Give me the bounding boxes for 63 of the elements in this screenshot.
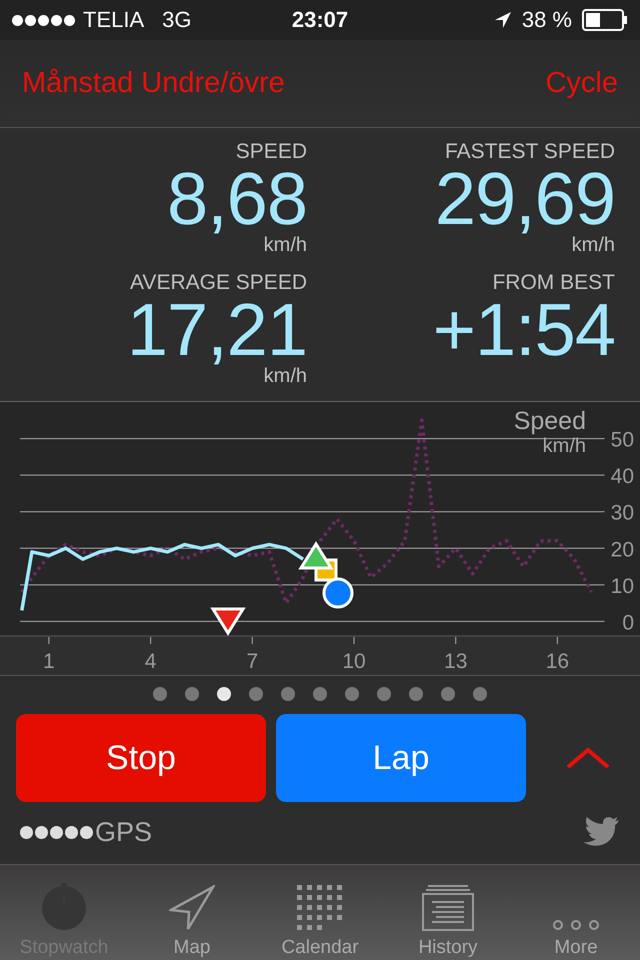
gps-signal-icon (20, 826, 93, 838)
tab[interactable]: More (512, 865, 640, 960)
location-arrow-icon (494, 11, 512, 29)
page-dot[interactable] (313, 687, 327, 701)
page-dot[interactable] (153, 687, 167, 701)
page-dot[interactable] (377, 687, 391, 701)
x-tick-label: 1 (43, 650, 55, 673)
stat-unit: km/h (264, 234, 307, 256)
stop-button[interactable]: Stop (16, 714, 266, 802)
x-tick-label: 7 (246, 650, 258, 673)
tab[interactable]: History (384, 865, 512, 960)
x-tick-label: 13 (444, 650, 468, 673)
stat-label: FASTEST SPEED (445, 140, 615, 164)
stat-value: 17,21 (126, 294, 307, 364)
stat-label: AVERAGE SPEED (130, 270, 307, 294)
lap-button[interactable]: Lap (276, 714, 526, 802)
route-title: Månstad Undre/övre (22, 67, 285, 100)
location-arrow-icon (169, 885, 215, 931)
page-dot[interactable] (249, 687, 263, 701)
axis-unit: km/h (542, 435, 586, 457)
y-tick-label: 10 (610, 574, 634, 598)
page-dot[interactable] (281, 687, 295, 701)
stopwatch-icon (39, 881, 89, 931)
y-tick-label: 50 (610, 428, 634, 452)
more-icon (552, 919, 600, 931)
gps-label: GPS (95, 816, 152, 848)
network-type: 3G (162, 7, 192, 33)
tab[interactable]: Map (128, 865, 256, 960)
y-tick-label: 40 (610, 465, 634, 488)
signal-icon (12, 14, 75, 26)
stat-label: FROM BEST (492, 270, 615, 294)
x-tick-label: 10 (342, 650, 366, 673)
tab[interactable]: Calendar (256, 865, 384, 960)
document-icon (422, 885, 474, 931)
carrier: TELIA (83, 7, 144, 33)
stat-value: 29,69 (434, 164, 615, 234)
chart-title: Speed (514, 407, 586, 435)
x-tick-label: 16 (546, 650, 570, 673)
battery-percent: 38 % (522, 7, 572, 33)
stat-value: +1:54 (432, 294, 615, 364)
clock: 23:07 (292, 7, 348, 32)
stat-value: 8,68 (166, 164, 307, 234)
battery-icon (582, 9, 628, 31)
page-dot[interactable] (473, 687, 487, 701)
page-dot[interactable] (217, 687, 231, 701)
page-dot[interactable] (409, 687, 423, 701)
y-tick-label: 30 (610, 502, 634, 525)
bird-icon[interactable] (582, 816, 620, 848)
triangle-marker (298, 541, 334, 570)
stat-unit: km/h (572, 234, 615, 256)
y-tick-label: 0 (622, 611, 634, 634)
position-marker (322, 578, 354, 608)
stat-unit: km/h (264, 364, 307, 386)
x-tick-label: 4 (144, 650, 156, 673)
page-dot[interactable] (185, 687, 199, 701)
page-dot[interactable] (345, 687, 359, 701)
y-tick-label: 20 (610, 538, 634, 562)
chevron-up-icon[interactable] (566, 747, 610, 769)
activity-type[interactable]: Cycle (545, 67, 618, 100)
calendar-grid-icon (297, 885, 343, 931)
page-dot[interactable] (441, 687, 455, 701)
inverted-triangle-marker (210, 608, 246, 636)
stat-label: SPEED (236, 140, 307, 164)
